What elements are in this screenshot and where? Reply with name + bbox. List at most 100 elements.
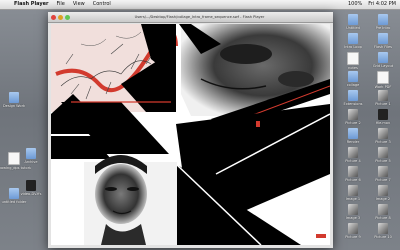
folder-icon — [348, 71, 358, 82]
desktop-icon-label: Pre Intro — [375, 26, 391, 30]
desktop-icon[interactable]: showing_dps tutorial — [0, 152, 31, 171]
image-icon — [378, 166, 388, 177]
desktop-icon[interactable]: Image 2 — [366, 185, 400, 202]
desktop-icon[interactable]: Image 3 — [336, 204, 370, 221]
folder-icon — [378, 52, 388, 63]
desktop-icon[interactable]: Design Work — [0, 92, 31, 109]
desktop-icon[interactable]: Picture 8 — [366, 204, 400, 221]
app-menus: Flash Player File View Control — [14, 0, 111, 9]
desktop-icon-label: Picture 2 — [345, 121, 361, 125]
image-icon — [348, 147, 358, 158]
desktop-icon[interactable]: Picture 10 — [366, 223, 400, 240]
desktop-icon[interactable]: Flash Files — [366, 33, 400, 50]
folder-icon — [378, 33, 388, 44]
desktop-icon-label: showing_dps tutorial — [0, 166, 31, 170]
desktop-icon-label: Picture 7 — [375, 178, 391, 182]
image-icon — [378, 147, 388, 158]
folder-icon — [348, 128, 358, 139]
desktop-icon[interactable]: Render — [336, 128, 370, 145]
image-icon — [378, 223, 388, 234]
window-title: Users/.../Desktop/Flash/collage_Intro_fr… — [134, 15, 265, 19]
desktop-icon[interactable]: Extensions — [336, 90, 370, 107]
desktop-icon[interactable]: Grid Layout — [366, 52, 400, 69]
desktop-icon[interactable]: notes — [336, 52, 370, 71]
red-accent-block — [316, 234, 326, 238]
desktop-icon-label: Flash Files — [374, 45, 392, 49]
desktop-icon-label: Intro Loop — [344, 45, 362, 49]
image-icon — [378, 90, 388, 101]
battery-status[interactable]: 100% — [348, 0, 362, 9]
folder-icon — [9, 92, 19, 103]
image-icon — [378, 185, 388, 196]
desktop-icon-label: Picture 10 — [374, 235, 392, 239]
image-icon — [348, 223, 358, 234]
desktop-icon-label: Work PDF — [374, 85, 392, 89]
menu-app-name[interactable]: Flash Player — [14, 0, 49, 9]
desktop-icon[interactable]: Picture 5 — [366, 147, 400, 164]
window-controls — [51, 14, 70, 20]
desktop-icon-label: notes — [348, 66, 358, 70]
minimize-button[interactable] — [58, 14, 63, 20]
desktop-icon-label: collage — [346, 83, 360, 87]
image-icon — [348, 109, 358, 120]
flash-player-window[interactable]: Users/.../Desktop/Flash/collage_Intro_fr… — [48, 12, 333, 248]
image-icon — [348, 185, 358, 196]
desktop-icon-label: Picture 3 — [375, 140, 391, 144]
desktop-icon-label: Picture 4 — [345, 159, 361, 163]
image-icon — [378, 204, 388, 215]
white-panel — [51, 162, 84, 245]
desktop-icon-label: Untitled — [346, 26, 360, 30]
desktop-icon[interactable]: Picture 4 — [336, 147, 370, 164]
desktop-icon-label: Image 2 — [375, 197, 391, 201]
image-icon — [348, 204, 358, 215]
red-accent-block — [256, 121, 260, 127]
desktop-icon-label: Design Work — [2, 104, 26, 108]
doc-icon — [347, 52, 359, 65]
desktop-icon-label: Extensions — [343, 102, 363, 106]
desktop-icon[interactable]: Picture 2 — [336, 109, 370, 126]
menu-control[interactable]: Control — [93, 0, 111, 9]
dark-icon — [378, 109, 388, 120]
desktop-icon[interactable]: Pre Intro — [366, 14, 400, 31]
doc-icon — [8, 152, 20, 165]
desktop-icon[interactable]: file.mov — [366, 109, 400, 126]
menu-bar: Flash Player File View Control 100% Fri … — [0, 0, 400, 10]
folder-icon — [348, 90, 358, 101]
desktop-icon[interactable]: Picture 9 — [336, 223, 370, 240]
desktop-icon[interactable]: Picture 3 — [366, 128, 400, 145]
folder-icon — [378, 14, 388, 25]
desktop-icon[interactable]: Picture 7 — [366, 166, 400, 183]
folder-icon — [348, 33, 358, 44]
folder-icon — [348, 14, 358, 25]
desktop-icon-label: Grid Layout — [372, 64, 394, 68]
desktop-icon[interactable]: collage — [336, 71, 370, 88]
bottom-left-portrait-photo — [84, 155, 177, 245]
image-icon — [378, 128, 388, 139]
desktop-icon[interactable]: Image 1 — [336, 185, 370, 202]
close-button[interactable] — [51, 14, 56, 20]
desktop-icon-label: Picture 5 — [375, 159, 391, 163]
desktop-icon[interactable]: Picture 1 — [366, 90, 400, 107]
desktop-icon[interactable]: Untitled — [336, 14, 370, 31]
desktop-icon[interactable]: untitled folder — [0, 188, 31, 205]
menu-file[interactable]: File — [57, 0, 65, 9]
menu-view[interactable]: View — [73, 0, 85, 9]
menu-extras: 100% Fri 4:02 PM — [348, 0, 396, 9]
desktop-icon[interactable]: Intro Loop — [336, 33, 370, 50]
folder-icon — [9, 188, 19, 199]
clock[interactable]: Fri 4:02 PM — [368, 0, 396, 9]
desktop-icon-label: Picture 1 — [375, 102, 391, 106]
desktop-icon[interactable]: Work PDF — [366, 71, 400, 90]
desktop-icon-label: Picture 9 — [345, 235, 361, 239]
desktop-icon-label: Image 3 — [345, 216, 361, 220]
desktop-icon-label: file.mov — [375, 121, 391, 125]
desktop-icon-label: untitled folder — [1, 200, 27, 204]
desktop-icon[interactable]: Picture 6 — [336, 166, 370, 183]
desktop-icon-label: Render — [346, 140, 360, 144]
flash-content-area[interactable] — [51, 24, 330, 245]
desktop-icon-label: Picture 8 — [375, 216, 391, 220]
doc-icon — [377, 71, 389, 84]
collage-canvas — [51, 24, 330, 245]
image-icon — [348, 166, 358, 177]
window-titlebar[interactable]: Users/.../Desktop/Flash/collage_Intro_fr… — [48, 12, 333, 23]
